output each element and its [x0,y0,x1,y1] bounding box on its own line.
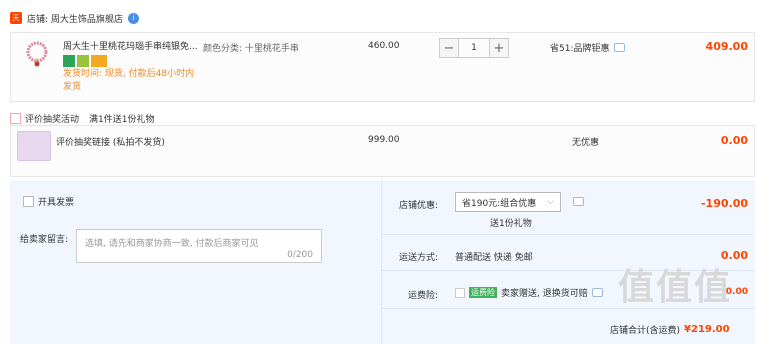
insurance-label: 运费险: [408,291,439,301]
footer-label: 店铺合计(含运费) [610,326,681,336]
quantity-stepper: − 1 + [439,38,509,58]
delivery-value[interactable]: 普通配送 快递 免邮 [455,250,533,263]
remark-counter: 0/200 [287,250,313,260]
message-icon[interactable] [591,288,603,297]
watermark: 值值值 [618,267,733,308]
guarantee-icon [77,55,89,67]
invoice-option[interactable]: 开具发票 [23,195,74,208]
unit-price: 460.00 [368,41,400,51]
increase-button[interactable]: + [489,38,509,58]
activity-detail: 满1件送1份礼物 [89,115,155,125]
coupon-label: 店铺优惠: [399,201,439,211]
promo-text: 省51:品牌钜惠 [550,44,610,54]
chat-icon[interactable]: i [127,12,139,24]
coupon-selected: 省190元:组合优惠 [462,198,537,209]
message-icon[interactable] [613,43,625,52]
product-thumbnail[interactable] [20,38,54,72]
gift-promo: 无优惠 [572,138,600,148]
footer-amount: ¥219.00 [684,324,730,335]
coupon-amount: -190.00 [700,197,748,210]
card-icon [91,55,107,67]
invoice-checkbox[interactable] [23,196,34,207]
remark-label: 给卖家留言: [20,235,69,245]
gift-item [10,125,755,177]
remark-input[interactable]: 选填, 请先和商家协商一致, 付款后商家可见 0/200 [76,229,322,263]
tmall-icon: 天 [10,12,22,24]
service-tags [63,55,109,67]
insurance-checkbox[interactable] [455,287,465,298]
remark-placeholder: 选填, 请先和商家协商一致, 付款后商家可见 [85,239,259,249]
insurance-row: 运费险 卖家赠送, 退换货可赔 [455,286,603,299]
invoice-label: 开具发票 [38,198,75,208]
shop-header: 天 店铺: 周大生饰品旗舰店 i [10,10,139,26]
gift-total: 0.00 [720,134,748,147]
gift-title[interactable]: 评价抽奖链接 (私拍不发货) [56,135,165,148]
product-variant: 颜色分类: 十里桃花手串 [203,44,299,54]
shipping-time: 发货时间: 现货, 付款后48小时内发货 [63,69,195,92]
product-title[interactable]: 周大生十里桃花玛瑙手串纯银免... [63,41,198,53]
insurance-value: 卖家赠送, 退换货可赔 [501,289,588,299]
gift-thumbnail[interactable] [17,131,51,161]
delivery-label: 运送方式: [399,253,439,263]
chevron-down-icon: ⌵ [547,197,554,207]
quantity-input[interactable]: 1 [459,38,489,58]
shop-name[interactable]: 店铺: 周大生饰品旗舰店 [27,12,123,25]
seven-day-return-icon [63,55,75,67]
decrease-button[interactable]: − [439,38,459,58]
footer-total: 店铺合计(含运费) ¥219.00 [610,323,730,336]
item-total: 409.00 [705,40,748,53]
message-icon[interactable] [573,197,584,206]
gift-icon [10,113,21,124]
activity-label: 评价抽奖活动 [25,115,80,125]
gift-unit-price: 999.00 [368,135,400,145]
activity-row: 评价抽奖活动 满1件送1份礼物 [10,112,154,125]
promo-info: 省51:品牌钜惠 [550,41,625,54]
insurance-badge: 运费险 [469,287,497,298]
coupon-select[interactable]: 省190元:组合优惠 ⌵ [455,192,561,212]
coupon-sub: 送1份礼物 [490,219,532,229]
